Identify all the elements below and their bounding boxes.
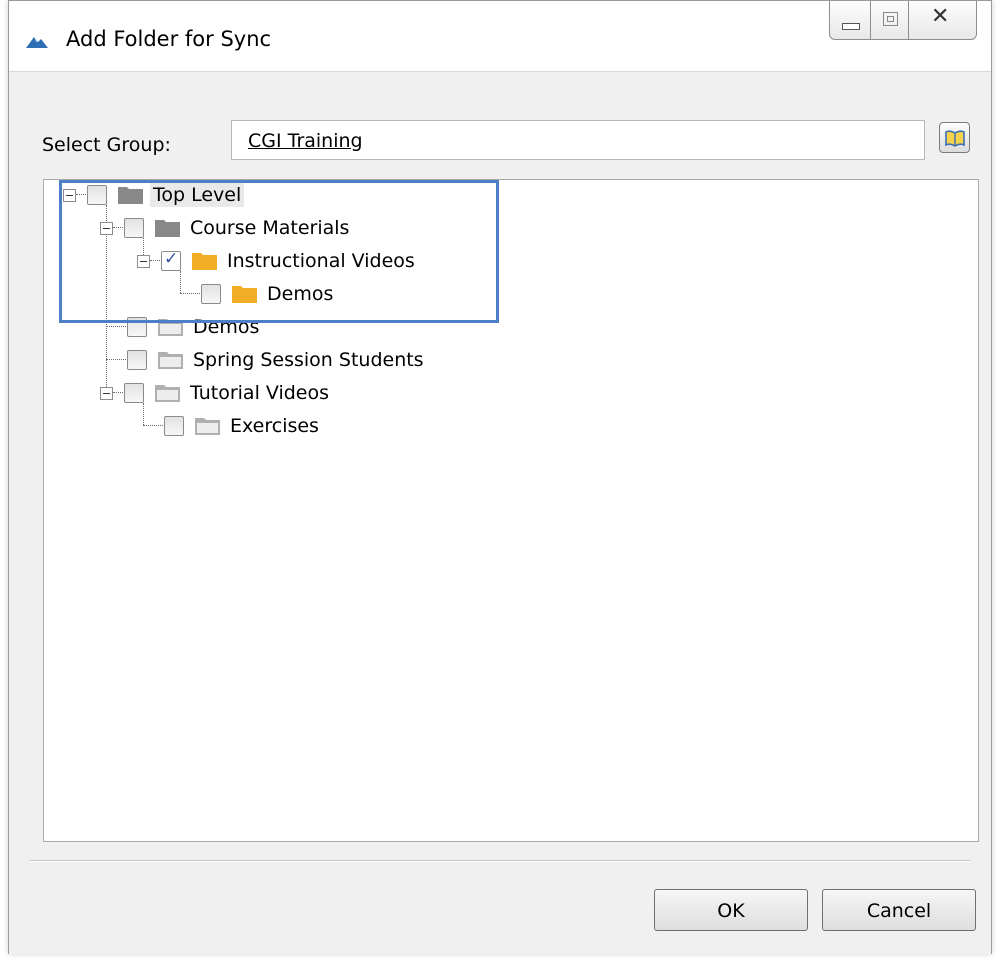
tree-checkbox[interactable] — [124, 218, 144, 238]
minimize-icon — [842, 23, 860, 30]
tree-item-label: Spring Session Students — [193, 349, 424, 371]
close-button[interactable]: ✕ — [908, 1, 976, 39]
maximize-button[interactable] — [870, 1, 908, 39]
folder-icon — [158, 319, 183, 336]
select-group-value: CGI Training — [248, 130, 363, 152]
tree-item-label: Top Level — [150, 183, 245, 207]
minimize-button[interactable] — [830, 1, 870, 39]
folder-icon — [158, 352, 183, 369]
tree-checkbox[interactable] — [124, 383, 144, 403]
tree-checkbox[interactable] — [201, 284, 221, 304]
open-book-icon — [945, 130, 965, 147]
ok-button[interactable]: OK — [654, 889, 808, 931]
collapse-toggle-icon[interactable] — [137, 255, 150, 268]
tree-item-label: Instructional Videos — [227, 250, 415, 272]
collapse-toggle-icon[interactable] — [63, 189, 76, 202]
collapse-toggle-icon[interactable] — [100, 222, 113, 235]
select-group-label: Select Group: — [42, 134, 171, 156]
tree-item-label: Demos — [267, 283, 334, 305]
tree-checkbox[interactable] — [87, 185, 107, 205]
tree-item-label: Demos — [193, 316, 260, 338]
folder-icon — [232, 286, 257, 303]
checkmark-icon: ✓ — [164, 249, 179, 269]
caption-buttons: ✕ — [829, 1, 977, 40]
tree-item-label: Course Materials — [190, 217, 350, 239]
window-title: Add Folder for Sync — [66, 27, 272, 51]
tree-checkbox[interactable] — [127, 350, 147, 370]
folder-icon — [155, 220, 180, 237]
folder-icon — [192, 253, 217, 270]
footer-separator — [29, 860, 971, 862]
cloud-app-icon — [26, 37, 48, 48]
close-icon: ✕ — [931, 4, 950, 29]
browse-group-button[interactable] — [939, 122, 970, 153]
tree-checkbox-checked[interactable]: ✓ — [161, 249, 181, 271]
cancel-button[interactable]: Cancel — [822, 889, 976, 931]
title-bar[interactable]: Add Folder for Sync ✕ — [9, 1, 991, 71]
tree-checkbox[interactable] — [127, 317, 147, 337]
folder-tree[interactable]: Top Level Course Materials ✓ Instruction… — [43, 179, 979, 842]
dialog-body: Select Group: CGI Training Top Level Cou… — [9, 71, 991, 954]
select-group-field[interactable]: CGI Training — [231, 120, 925, 160]
tree-checkbox[interactable] — [164, 416, 184, 436]
add-folder-dialog: Add Folder for Sync ✕ Select Group: CGI … — [8, 0, 992, 954]
tree-item-label: Exercises — [230, 415, 319, 437]
collapse-toggle-icon[interactable] — [100, 387, 113, 400]
folder-icon — [155, 385, 180, 402]
folder-icon — [118, 187, 143, 204]
maximize-icon — [883, 12, 898, 26]
tree-item-label: Tutorial Videos — [190, 382, 330, 404]
folder-icon — [195, 418, 220, 435]
